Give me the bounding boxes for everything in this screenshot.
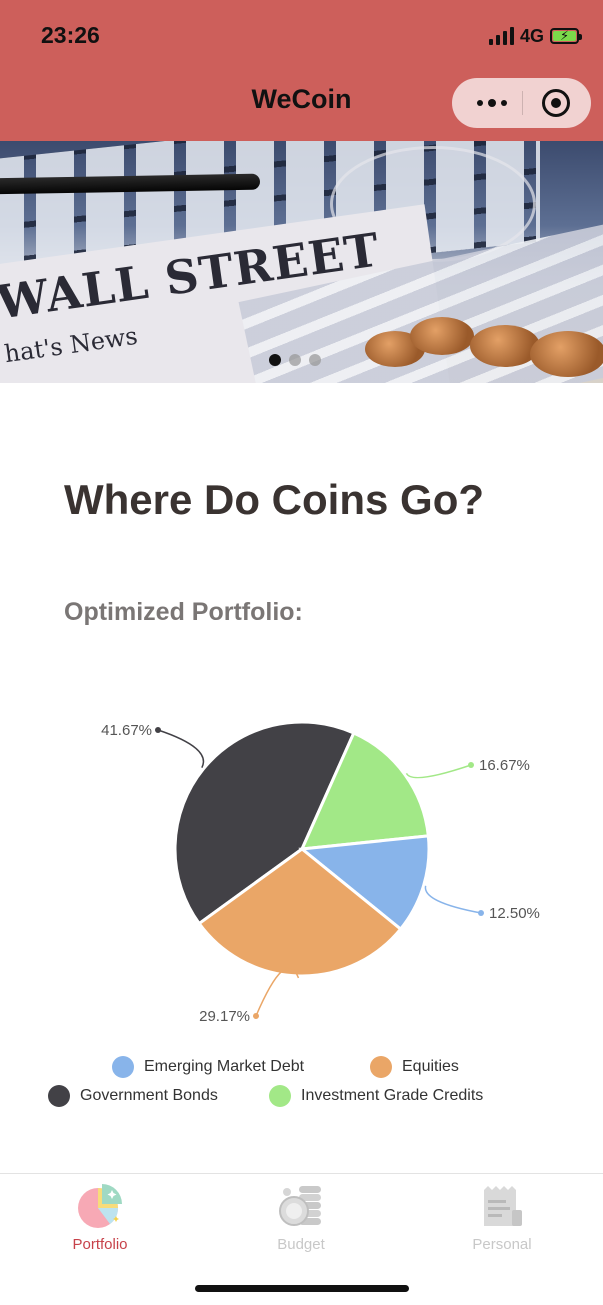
legend-label: Government Bonds bbox=[80, 1087, 218, 1104]
callout-line bbox=[405, 764, 472, 779]
receipt-icon bbox=[478, 1182, 526, 1230]
chart-legend: Emerging Market Debt Equities Government… bbox=[0, 1053, 603, 1123]
legend-item-equities[interactable]: Equities bbox=[370, 1056, 459, 1078]
tab-budget[interactable]: Budget bbox=[201, 1182, 401, 1253]
tab-portfolio[interactable]: Portfolio bbox=[0, 1182, 200, 1253]
status-time: 23:26 bbox=[41, 22, 100, 48]
header-bar: 23:26 4G ⚡ WeCoin bbox=[0, 0, 603, 141]
carousel-dot-2[interactable] bbox=[289, 354, 301, 366]
close-target-icon[interactable] bbox=[542, 89, 570, 117]
coin-image bbox=[410, 317, 474, 355]
legend-label: Investment Grade Credits bbox=[301, 1087, 484, 1104]
pie-chart-icon bbox=[76, 1182, 124, 1230]
callout-line bbox=[424, 885, 482, 914]
tab-label-personal: Personal bbox=[472, 1236, 532, 1253]
status-indicators: 4G ⚡ bbox=[488, 25, 582, 47]
legend-swatch bbox=[48, 1085, 70, 1107]
legend-item-emerging-market-debt[interactable]: Emerging Market Debt bbox=[112, 1056, 304, 1078]
legend-item-government-bonds[interactable]: Government Bonds bbox=[48, 1085, 218, 1107]
network-type: 4G bbox=[519, 25, 544, 46]
data-label-emerging-market-debt: 12.50% bbox=[489, 905, 540, 922]
legend-swatch bbox=[269, 1085, 291, 1107]
callout-dot bbox=[155, 727, 161, 733]
legend-swatch bbox=[370, 1056, 392, 1078]
battery-icon: ⚡ bbox=[550, 28, 582, 44]
coins-icon bbox=[277, 1182, 325, 1230]
tab-personal[interactable]: Personal bbox=[402, 1182, 602, 1253]
legend-item-investment-grade-credits[interactable]: Investment Grade Credits bbox=[269, 1085, 483, 1107]
tab-label-budget: Budget bbox=[277, 1236, 325, 1253]
carousel-dot-1[interactable] bbox=[269, 354, 281, 366]
tab-label-portfolio: Portfolio bbox=[72, 1236, 128, 1253]
pie-svg: 41.67% 16.67% 12.50% 29.17% bbox=[101, 720, 540, 1025]
section-subtitle: Optimized Portfolio: bbox=[64, 598, 303, 626]
callout-line bbox=[157, 729, 205, 769]
data-label-government-bonds: 41.67% bbox=[101, 722, 152, 739]
more-options-icon[interactable] bbox=[472, 93, 512, 113]
data-label-equities: 29.17% bbox=[199, 1008, 250, 1025]
portfolio-pie-chart: 41.67% 16.67% 12.50% 29.17% bbox=[0, 690, 603, 1030]
data-label-investment-grade-credits: 16.67% bbox=[479, 757, 530, 774]
home-indicator bbox=[195, 1285, 409, 1292]
legend-label: Equities bbox=[402, 1058, 459, 1075]
carousel-dot-3[interactable] bbox=[309, 354, 321, 366]
capsule-divider bbox=[522, 91, 523, 115]
mini-program-capsule bbox=[452, 78, 591, 128]
carousel-indicator bbox=[269, 354, 321, 366]
signal-icon bbox=[488, 27, 514, 45]
banner-carousel[interactable]: WALL STREET hat's News bbox=[0, 141, 603, 383]
legend-swatch bbox=[112, 1056, 134, 1078]
coin-image bbox=[530, 331, 603, 377]
callout-dot bbox=[468, 762, 474, 768]
coin-image bbox=[470, 325, 540, 367]
callout-dot bbox=[478, 910, 484, 916]
page-title: Where Do Coins Go? bbox=[64, 476, 484, 523]
callout-dot bbox=[253, 1013, 259, 1019]
legend-label: Emerging Market Debt bbox=[144, 1058, 305, 1075]
